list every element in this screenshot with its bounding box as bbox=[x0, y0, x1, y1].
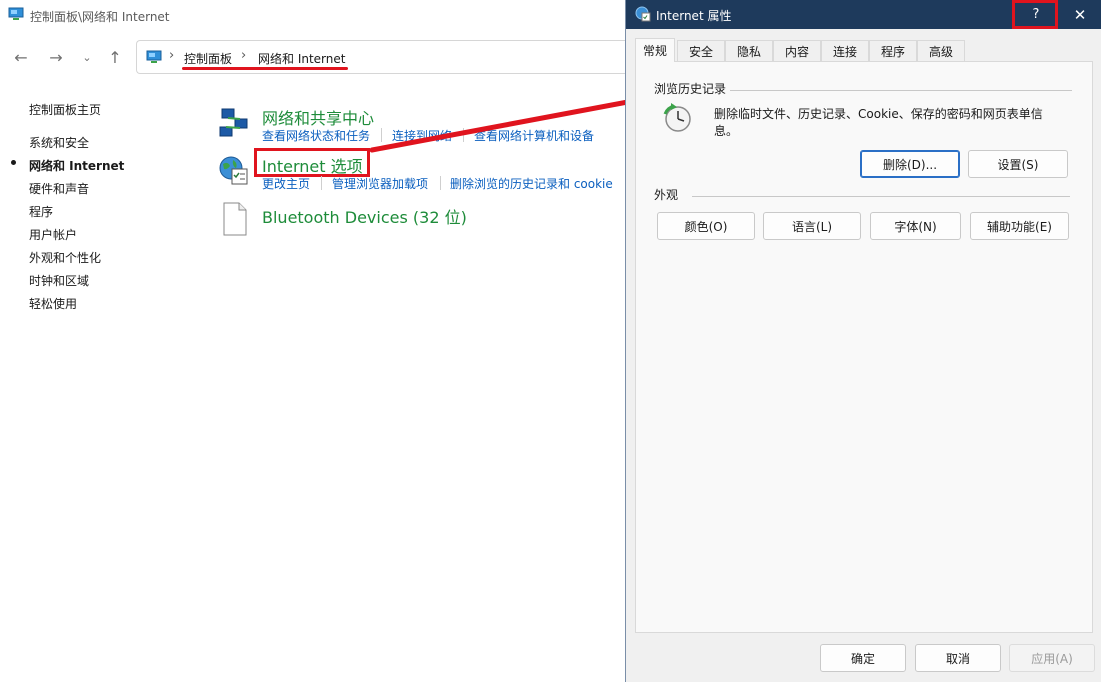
history-settings-button[interactable]: 设置(S) bbox=[968, 150, 1068, 178]
chevron-right-icon[interactable]: › bbox=[169, 48, 174, 63]
chevron-right-icon[interactable]: › bbox=[241, 48, 246, 63]
ok-button[interactable]: 确定 bbox=[820, 644, 906, 672]
languages-button[interactable]: 语言(L) bbox=[763, 212, 861, 240]
category-title-bluetooth[interactable]: Bluetooth Devices (32 位) bbox=[262, 204, 467, 228]
sidebar-item-hardware-sound[interactable]: 硬件和声音 bbox=[29, 180, 89, 197]
internet-options-icon bbox=[635, 6, 651, 22]
annotation-box-help bbox=[1012, 0, 1058, 29]
sidebar-item-programs[interactable]: 程序 bbox=[29, 203, 53, 220]
control-panel-icon bbox=[8, 7, 24, 20]
link-manage-addons[interactable]: 管理浏览器加载项 bbox=[332, 175, 428, 192]
sidebar-item-home[interactable]: 控制面板主页 bbox=[29, 101, 101, 118]
link-view-network-computers[interactable]: 查看网络计算机和设备 bbox=[474, 127, 594, 144]
tab-panel-general bbox=[635, 61, 1093, 633]
dialog-titlebar: Internet 属性 ? ✕ bbox=[626, 0, 1101, 29]
sidebar-item-network-internet[interactable]: 网络和 Internet bbox=[29, 157, 124, 174]
tab-strip: 常规 安全 隐私 内容 连接 程序 高级 bbox=[635, 38, 1095, 62]
tab-programs[interactable]: 程序 bbox=[869, 40, 917, 61]
link-separator bbox=[440, 176, 441, 190]
cp-titlebar: 控制面板\网络和 Internet bbox=[0, 0, 620, 30]
breadcrumb-network-internet[interactable]: 网络和 Internet bbox=[258, 50, 345, 67]
link-delete-history[interactable]: 删除浏览的历史记录和 cookie bbox=[450, 175, 613, 192]
tab-general[interactable]: 常规 bbox=[635, 38, 675, 62]
back-arrow-icon[interactable]: ← bbox=[10, 46, 32, 68]
sidebar-item-system-security[interactable]: 系统和安全 bbox=[29, 134, 89, 151]
colors-button[interactable]: 颜色(O) bbox=[657, 212, 755, 240]
tab-advanced[interactable]: 高级 bbox=[917, 40, 965, 61]
category-title-network-center[interactable]: 网络和共享中心 bbox=[262, 105, 374, 129]
group-divider bbox=[692, 196, 1070, 197]
up-arrow-icon[interactable]: ↑ bbox=[104, 46, 126, 68]
control-panel-icon bbox=[146, 50, 162, 63]
link-change-homepage[interactable]: 更改主页 bbox=[262, 175, 310, 192]
tab-security[interactable]: 安全 bbox=[677, 40, 725, 61]
apply-button[interactable]: 应用(A) bbox=[1009, 644, 1095, 672]
tab-content[interactable]: 内容 bbox=[773, 40, 821, 61]
blank-document-icon[interactable] bbox=[222, 202, 248, 236]
appearance-group-label: 外观 bbox=[654, 186, 683, 203]
fonts-button[interactable]: 字体(N) bbox=[870, 212, 961, 240]
history-description: 删除临时文件、历史记录、Cookie、保存的密码和网页表单信息。 bbox=[714, 107, 1043, 138]
sidebar-item-appearance[interactable]: 外观和个性化 bbox=[29, 249, 101, 266]
delete-history-button[interactable]: 删除(D)... bbox=[860, 150, 960, 178]
link-connect-network[interactable]: 连接到网络 bbox=[392, 127, 452, 144]
annotation-underline bbox=[182, 67, 348, 70]
annotation-box-internet-options bbox=[254, 148, 370, 177]
cancel-button[interactable]: 取消 bbox=[915, 644, 1001, 672]
group-divider bbox=[726, 90, 1072, 91]
forward-arrow-icon[interactable]: → bbox=[45, 46, 67, 68]
tab-privacy[interactable]: 隐私 bbox=[725, 40, 773, 61]
link-separator bbox=[381, 128, 382, 142]
active-indicator bbox=[11, 160, 16, 165]
history-clock-icon bbox=[663, 103, 691, 132]
recent-dropdown-icon[interactable]: ⌄ bbox=[76, 46, 98, 68]
window-title: 控制面板\网络和 Internet bbox=[30, 10, 170, 24]
sidebar-item-clock-region[interactable]: 时钟和区域 bbox=[29, 272, 89, 289]
dialog-title: Internet 属性 bbox=[656, 9, 732, 23]
tab-connections[interactable]: 连接 bbox=[821, 40, 869, 61]
history-group-label: 浏览历史记录 bbox=[654, 80, 731, 97]
close-button[interactable]: ✕ bbox=[1058, 0, 1101, 29]
link-view-network-status[interactable]: 查看网络状态和任务 bbox=[262, 127, 370, 144]
breadcrumb-control-panel[interactable]: 控制面板 bbox=[184, 50, 232, 67]
sidebar-item-user-accounts[interactable]: 用户帐户 bbox=[29, 226, 77, 243]
accessibility-button[interactable]: 辅助功能(E) bbox=[970, 212, 1069, 240]
network-center-icon[interactable] bbox=[218, 107, 250, 139]
link-separator bbox=[463, 128, 464, 142]
sidebar-item-ease-of-access[interactable]: 轻松使用 bbox=[29, 295, 77, 312]
link-separator bbox=[321, 176, 322, 190]
internet-properties-dialog: Internet 属性 ? ✕ 常规 安全 隐私 内容 连接 程序 高级 浏览历… bbox=[625, 0, 1101, 682]
internet-options-icon[interactable] bbox=[218, 155, 250, 187]
